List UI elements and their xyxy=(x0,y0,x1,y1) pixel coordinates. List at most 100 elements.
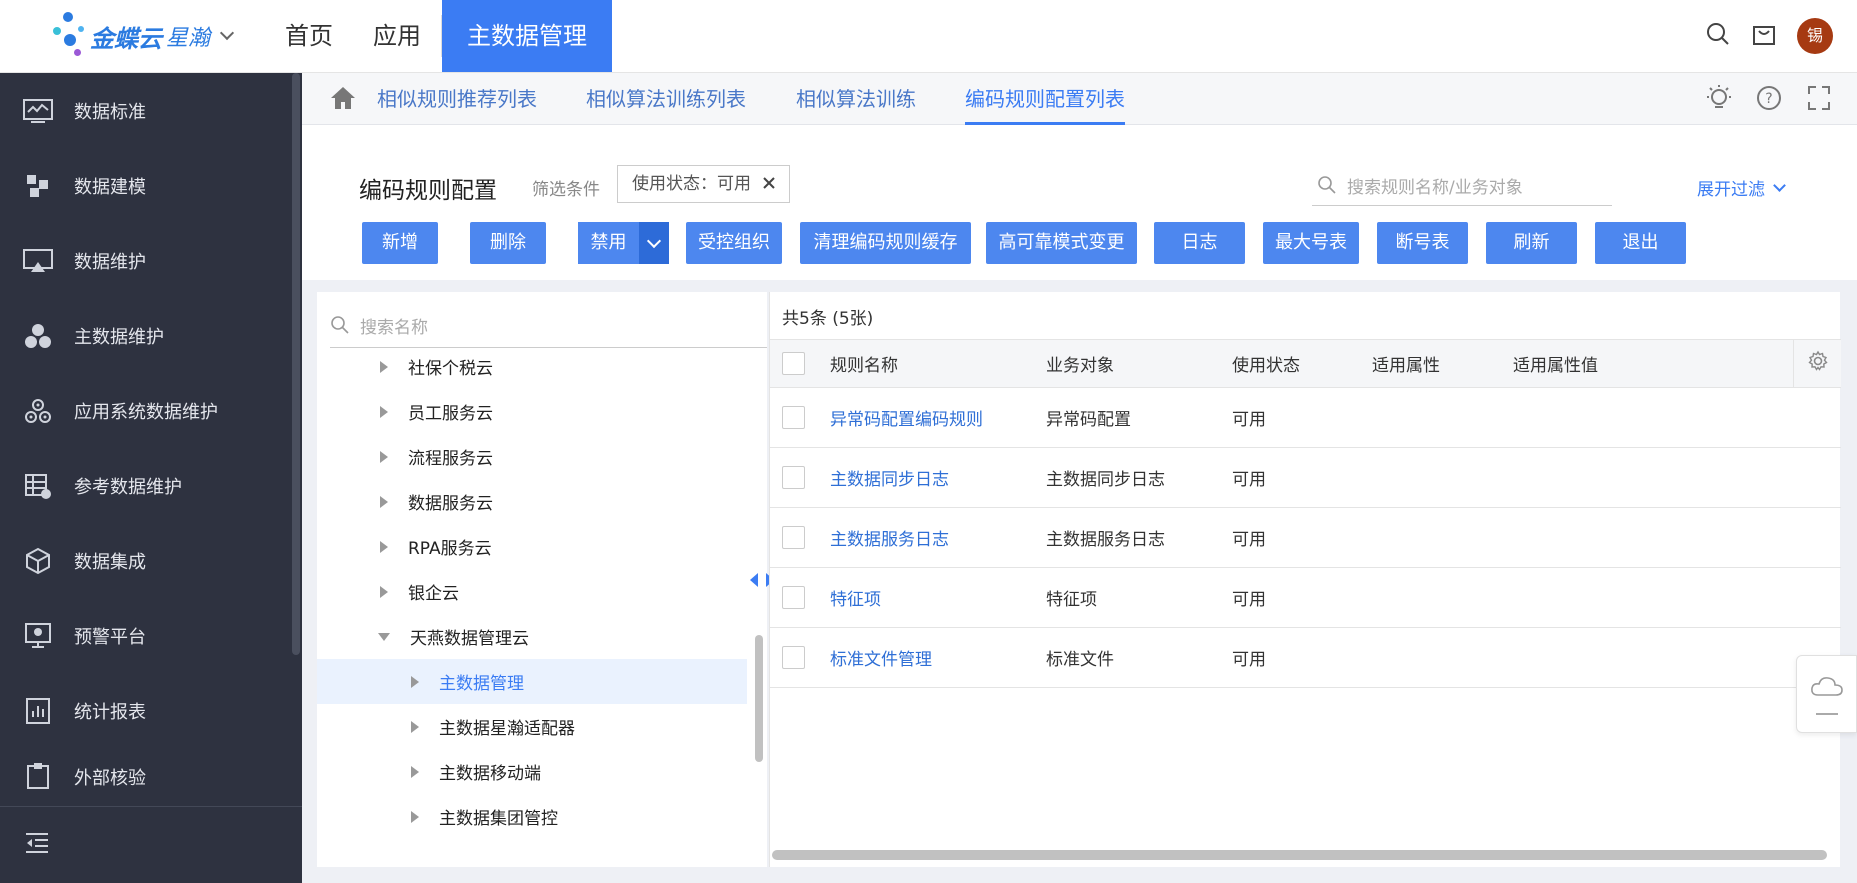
sidebar-item-reference-data[interactable]: 参考数据维护 xyxy=(0,448,290,523)
ha-mode-change-button[interactable]: 高可靠模式变更 xyxy=(986,222,1137,264)
tree-item[interactable]: 银企云 xyxy=(317,569,747,614)
col-header-business-object[interactable]: 业务对象 xyxy=(1046,340,1114,387)
tab-similar-algo-train-list[interactable]: 相似算法训练列表 xyxy=(586,73,746,125)
tree-item-label: 主数据集团管控 xyxy=(439,809,558,829)
help-icon[interactable]: ? xyxy=(1755,83,1783,118)
tree-scrollbar[interactable] xyxy=(755,635,763,762)
status-cell: 可用 xyxy=(1232,470,1266,490)
tree-item-label: 流程服务云 xyxy=(408,449,493,469)
disable-button[interactable]: 禁用 xyxy=(578,222,639,264)
table-row[interactable]: 特征项 特征项 可用 xyxy=(770,568,1841,628)
tree-item[interactable]: 社保个税云 xyxy=(317,344,747,389)
nav-master-data[interactable]: 主数据管理 xyxy=(442,0,612,72)
nav-apps[interactable]: 应用 xyxy=(353,0,441,72)
rule-name-link[interactable]: 标准文件管理 xyxy=(830,628,932,687)
tree-search-input[interactable] xyxy=(360,317,740,338)
column-settings[interactable] xyxy=(1793,340,1841,387)
gear-icon[interactable] xyxy=(1807,350,1829,377)
home-icon[interactable] xyxy=(329,85,357,116)
clipboard-icon xyxy=(22,760,54,792)
disable-dropdown-button[interactable] xyxy=(639,222,669,264)
row-checkbox[interactable] xyxy=(782,466,805,489)
sidebar-scrollbar[interactable] xyxy=(292,73,300,655)
controlled-org-button[interactable]: 受控组织 xyxy=(686,222,782,264)
sidebar-item-data-modeling[interactable]: 数据建模 xyxy=(0,148,290,223)
log-button[interactable]: 日志 xyxy=(1154,222,1245,264)
rule-name-link[interactable]: 特征项 xyxy=(830,568,881,627)
col-header-rule-name[interactable]: 规则名称 xyxy=(830,340,898,387)
select-all-checkbox-cell xyxy=(782,340,805,387)
collapse-menu-icon[interactable] xyxy=(24,831,50,860)
sidebar-item-stat-reports[interactable]: 统计报表 xyxy=(0,673,290,748)
col-header-applicable-attr[interactable]: 适用属性 xyxy=(1372,340,1440,387)
filter-chip[interactable]: 使用状态：可用 xyxy=(617,165,790,203)
lightbulb-icon[interactable] xyxy=(1705,83,1733,118)
sidebar-item-label: 统计报表 xyxy=(74,701,146,723)
fullscreen-icon[interactable] xyxy=(1805,83,1833,118)
sidebar-item-app-system-data[interactable]: 应用系统数据维护 xyxy=(0,373,290,448)
sidebar-item-external-verify[interactable]: 外部核验 xyxy=(0,748,290,798)
tab-similar-rule-list[interactable]: 相似规则推荐列表 xyxy=(377,73,537,125)
tree-item[interactable]: 主数据移动端 xyxy=(317,749,747,794)
table-row[interactable]: 异常码配置编码规则 异常码配置 可用 xyxy=(770,388,1841,448)
box-icon xyxy=(22,545,54,577)
sidebar-item-data-maintenance[interactable]: 数据维护 xyxy=(0,223,290,298)
max-number-table-button[interactable]: 最大号表 xyxy=(1263,222,1359,264)
tab-coding-rule-config-list[interactable]: 编码规则配置列表 xyxy=(965,73,1125,125)
add-button[interactable]: 新增 xyxy=(362,222,438,264)
status-cell: 可用 xyxy=(1232,650,1266,670)
logo-text: 金蝶云 xyxy=(90,24,162,53)
tree-item[interactable]: 主数据星瀚适配器 xyxy=(317,704,747,749)
tree-item[interactable]: RPA服务云 xyxy=(317,524,747,569)
sidebar-item-alert-platform[interactable]: 预警平台 xyxy=(0,598,290,673)
rule-name-link[interactable]: 主数据服务日志 xyxy=(830,508,949,567)
rule-search-input[interactable] xyxy=(1347,177,1607,198)
col-header-applicable-attr-value[interactable]: 适用属性值 xyxy=(1513,340,1598,387)
nav-home[interactable]: 首页 xyxy=(265,0,353,72)
cloud-icon[interactable] xyxy=(1809,674,1845,703)
refresh-button[interactable]: 刷新 xyxy=(1486,222,1577,264)
rule-name-link[interactable]: 异常码配置编码规则 xyxy=(830,388,983,447)
exit-button[interactable]: 退出 xyxy=(1595,222,1686,264)
tree-item[interactable]: 主数据集团管控 xyxy=(317,794,747,839)
table-row[interactable]: 主数据同步日志 主数据同步日志 可用 xyxy=(770,448,1841,508)
minimize-line-icon[interactable] xyxy=(1815,712,1838,715)
col-header-status[interactable]: 使用状态 xyxy=(1232,340,1300,387)
tree-item[interactable]: 流程服务云 xyxy=(317,434,747,479)
tree-item[interactable]: 数据服务云 xyxy=(317,479,747,524)
top-bar: 金蝶云 星瀚 首页 应用 主数据管理 锡 xyxy=(0,0,1857,73)
row-checkbox[interactable] xyxy=(782,646,805,669)
search-icon[interactable] xyxy=(1705,21,1731,52)
caret-right-icon xyxy=(411,810,419,823)
sidebar-item-data-integration[interactable]: 数据集成 xyxy=(0,523,290,598)
broken-number-table-button[interactable]: 断号表 xyxy=(1377,222,1468,264)
tree-item-expanded[interactable]: 天燕数据管理云 xyxy=(317,614,747,659)
floating-cloud-widget[interactable] xyxy=(1796,655,1857,733)
grid-horizontal-scrollbar[interactable] xyxy=(772,850,1827,860)
row-checkbox[interactable] xyxy=(782,586,805,609)
rule-name-link[interactable]: 主数据同步日志 xyxy=(830,448,949,507)
tab-similar-algo-train[interactable]: 相似算法训练 xyxy=(796,73,916,125)
expand-filter-button[interactable]: 展开过滤 xyxy=(1697,175,1786,200)
tree-item[interactable]: 员工服务云 xyxy=(317,389,747,434)
shopping-bag-icon[interactable] xyxy=(1751,21,1777,52)
close-icon[interactable] xyxy=(763,166,775,202)
row-checkbox[interactable] xyxy=(782,406,805,429)
sidebar-item-master-data-maintenance[interactable]: 主数据维护 xyxy=(0,298,290,373)
collapse-left-icon[interactable] xyxy=(750,573,758,587)
row-checkbox[interactable] xyxy=(782,526,805,549)
app-logo[interactable]: 金蝶云 星瀚 xyxy=(50,12,235,60)
tree-item-selected[interactable]: 主数据管理 xyxy=(317,659,747,704)
sidebar-footer xyxy=(0,806,302,883)
caret-right-icon xyxy=(411,720,419,733)
rule-grid: 共5条 (5张) 规则名称 业务对象 使用状态 适用属性 适用属性值 异常码配置… xyxy=(769,292,1841,867)
user-avatar[interactable]: 锡 xyxy=(1797,18,1833,54)
caret-down-icon xyxy=(378,632,390,641)
clear-cache-button[interactable]: 清理编码规则缓存 xyxy=(800,222,971,264)
table-row[interactable]: 主数据服务日志 主数据服务日志 可用 xyxy=(770,508,1841,568)
delete-button[interactable]: 删除 xyxy=(470,222,546,264)
chevron-down-icon[interactable] xyxy=(219,25,235,41)
sidebar-item-data-standard[interactable]: 数据标准 xyxy=(0,73,290,148)
select-all-checkbox[interactable] xyxy=(782,352,805,375)
table-row[interactable]: 标准文件管理 标准文件 可用 xyxy=(770,628,1841,688)
